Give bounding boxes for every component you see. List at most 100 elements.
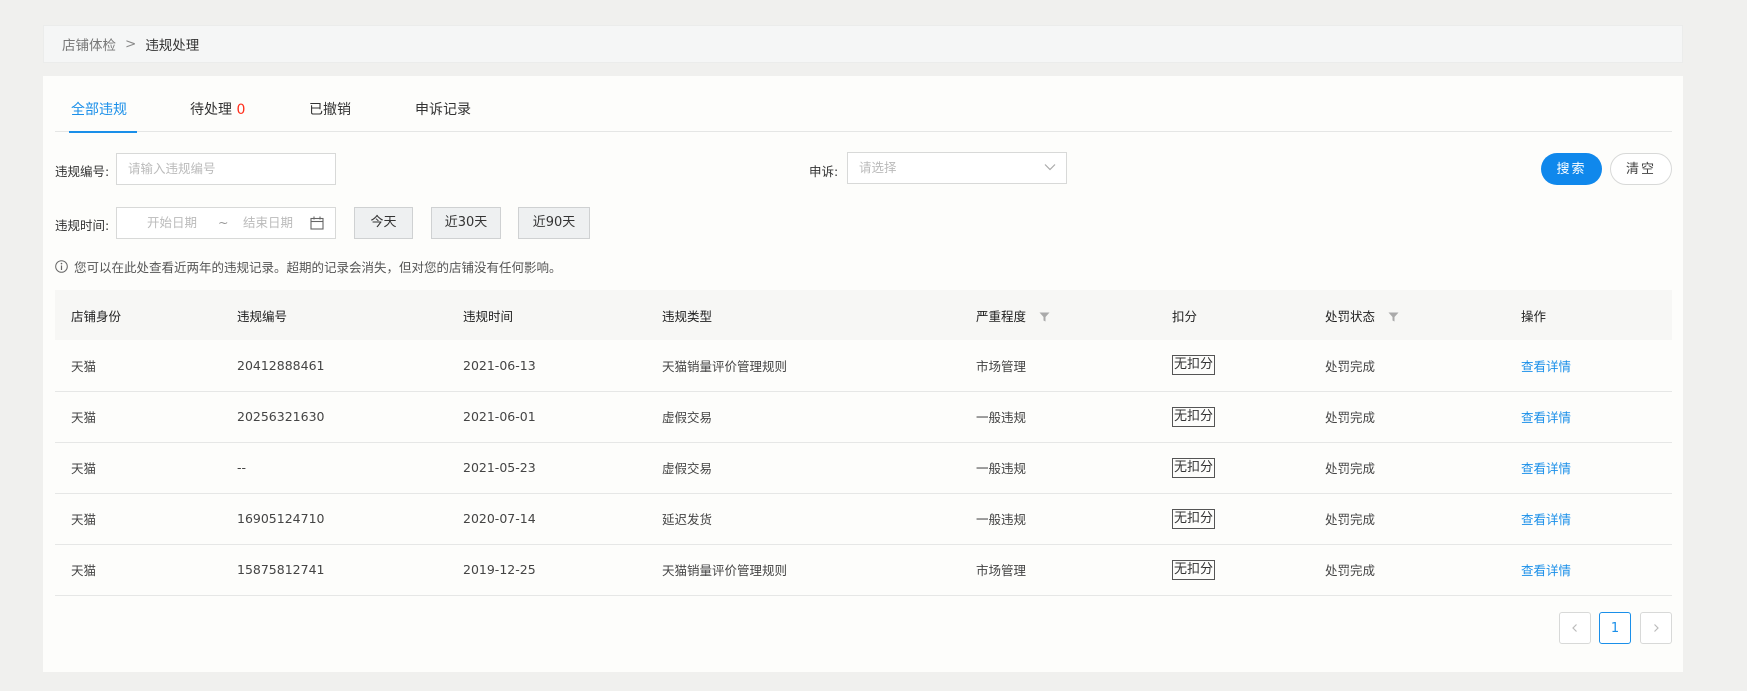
cell-severity: 一般违规 (960, 493, 1156, 545)
violation-time-label: 违规时间: (55, 218, 110, 233)
violation-no-placeholder: 请输入违规编号 (128, 161, 216, 176)
chevron-down-icon (1044, 164, 1056, 171)
end-date-placeholder: 结束日期 (243, 215, 294, 230)
cell-deduction: 无扣分 (1156, 391, 1309, 443)
tab-label: 待处理 (190, 102, 232, 118)
cell-severity: 市场管理 (960, 544, 1156, 596)
cell-violation-type: 天猫销量评价管理规则 (646, 340, 960, 392)
tab-bar: 全部违规 待处理 0 已撤销 申诉记录 (55, 76, 1672, 133)
filter-icon[interactable] (1039, 312, 1050, 322)
cell-severity: 市场管理 (960, 340, 1156, 392)
cell-action: 查看详情 (1505, 442, 1672, 494)
tab-all-violations[interactable]: 全部违规 (69, 101, 137, 133)
col-header-deduction: 扣分 (1156, 290, 1309, 340)
table-row: 天猫 20412888461 2021-06-13 天猫销量评价管理规则 市场管… (55, 340, 1672, 392)
table-row: 天猫 -- 2021-05-23 虚假交易 一般违规 无扣分 处罚完成 查看详情 (55, 442, 1672, 494)
cell-penalty-status: 处罚完成 (1309, 493, 1505, 545)
view-details-link[interactable]: 查看详情 (1521, 512, 1571, 527)
date-range-separator: ~ (218, 215, 229, 230)
cell-violation-time: 2021-06-01 (447, 391, 646, 443)
deduction-tag: 无扣分 (1172, 508, 1216, 529)
date-range-picker[interactable]: 开始日期 ~ 结束日期 (116, 207, 336, 239)
view-details-link[interactable]: 查看详情 (1521, 563, 1571, 578)
violation-no-input[interactable]: 请输入违规编号 (116, 153, 336, 185)
quick-today-button[interactable]: 今天 (354, 207, 413, 239)
col-header-violation-time: 违规时间 (447, 290, 646, 340)
cell-violation-time: 2021-06-13 (447, 340, 646, 392)
cell-violation-type: 虚假交易 (646, 391, 960, 443)
breadcrumb-separator: > (125, 36, 137, 52)
tab-pending[interactable]: 待处理 0 (190, 101, 245, 132)
col-header-action: 操作 (1505, 290, 1672, 340)
table-row: 天猫 16905124710 2020-07-14 延迟发货 一般违规 无扣分 … (55, 493, 1672, 545)
tab-appeal-records[interactable]: 申诉记录 (415, 101, 471, 132)
search-button[interactable]: 搜索 (1541, 153, 1602, 185)
cell-shop-identity: 天猫 (55, 544, 221, 596)
cell-penalty-status: 处罚完成 (1309, 391, 1505, 443)
cell-violation-type: 延迟发货 (646, 493, 960, 545)
clear-button[interactable]: 清空 (1610, 153, 1672, 185)
cell-shop-identity: 天猫 (55, 442, 221, 494)
tab-label: 申诉记录 (415, 102, 471, 118)
col-header-violation-type: 违规类型 (646, 290, 960, 340)
view-details-link[interactable]: 查看详情 (1521, 359, 1571, 374)
col-header-severity[interactable]: 严重程度 (960, 290, 1156, 340)
cell-violation-no: -- (221, 442, 447, 494)
table-row: 天猫 15875812741 2019-12-25 天猫销量评价管理规则 市场管… (55, 544, 1672, 596)
deduction-tag: 无扣分 (1172, 457, 1216, 478)
header-label: 处罚状态 (1325, 308, 1376, 324)
info-notice: 您可以在此处查看近两年的违规记录。超期的记录会消失，但对您的店铺没有任何影响。 (55, 257, 562, 276)
cell-violation-time: 2020-07-14 (447, 493, 646, 545)
pending-count-badge: 0 (236, 102, 246, 118)
view-details-link[interactable]: 查看详情 (1521, 461, 1571, 476)
view-details-link[interactable]: 查看详情 (1521, 410, 1571, 425)
cell-violation-time: 2021-05-23 (447, 442, 646, 494)
cell-violation-no: 20412888461 (221, 340, 447, 392)
cell-deduction: 无扣分 (1156, 544, 1309, 596)
cell-penalty-status: 处罚完成 (1309, 340, 1505, 392)
tab-label: 全部违规 (71, 102, 127, 118)
cell-violation-time: 2019-12-25 (447, 544, 646, 596)
cell-action: 查看详情 (1505, 340, 1672, 392)
cell-violation-type: 虚假交易 (646, 442, 960, 494)
cell-violation-type: 天猫销量评价管理规则 (646, 544, 960, 596)
cell-violation-no: 15875812741 (221, 544, 447, 596)
quick-90days-button[interactable]: 近90天 (518, 207, 590, 239)
table-header-row: 店铺身份 违规编号 违规时间 违规类型 严重程度 扣分 处罚状态 操作 (55, 290, 1672, 340)
tab-revoked[interactable]: 已撤销 (309, 101, 351, 132)
info-icon (55, 260, 68, 273)
filter-icon[interactable] (1388, 312, 1399, 322)
calendar-icon (310, 216, 324, 230)
cell-penalty-status: 处罚完成 (1309, 544, 1505, 596)
col-header-shop-identity: 店铺身份 (55, 290, 221, 340)
cell-severity: 一般违规 (960, 442, 1156, 494)
tab-label: 已撤销 (309, 102, 351, 118)
col-header-penalty-status[interactable]: 处罚状态 (1309, 290, 1505, 340)
cell-action: 查看详情 (1505, 493, 1672, 545)
cell-deduction: 无扣分 (1156, 493, 1309, 545)
quick-30days-button[interactable]: 近30天 (431, 207, 501, 239)
notice-text: 您可以在此处查看近两年的违规记录。超期的记录会消失，但对您的店铺没有任何影响。 (74, 260, 562, 275)
col-header-violation-no: 违规编号 (221, 290, 447, 340)
cell-penalty-status: 处罚完成 (1309, 442, 1505, 494)
appeal-label: 申诉: (809, 164, 839, 179)
breadcrumb: 店铺体检 > 违规处理 (43, 25, 1683, 63)
next-page-button[interactable] (1640, 612, 1672, 644)
table-row: 天猫 20256321630 2021-06-01 虚假交易 一般违规 无扣分 … (55, 391, 1672, 443)
page-1-button[interactable]: 1 (1599, 612, 1631, 644)
cell-shop-identity: 天猫 (55, 340, 221, 392)
cell-shop-identity: 天猫 (55, 493, 221, 545)
breadcrumb-home[interactable]: 店铺体检 (62, 34, 116, 54)
cell-shop-identity: 天猫 (55, 391, 221, 443)
cell-action: 查看详情 (1505, 391, 1672, 443)
violations-table: 店铺身份 违规编号 违规时间 违规类型 严重程度 扣分 处罚状态 操作 天猫 2… (55, 290, 1672, 596)
cell-violation-no: 16905124710 (221, 493, 447, 545)
cell-deduction: 无扣分 (1156, 442, 1309, 494)
appeal-select[interactable]: 请选择 (847, 152, 1067, 184)
prev-page-button[interactable] (1559, 612, 1591, 644)
breadcrumb-current: 违规处理 (145, 38, 200, 54)
cell-action: 查看详情 (1505, 544, 1672, 596)
cell-violation-no: 20256321630 (221, 391, 447, 443)
chevron-left-icon (1572, 624, 1577, 632)
deduction-tag: 无扣分 (1172, 406, 1216, 427)
